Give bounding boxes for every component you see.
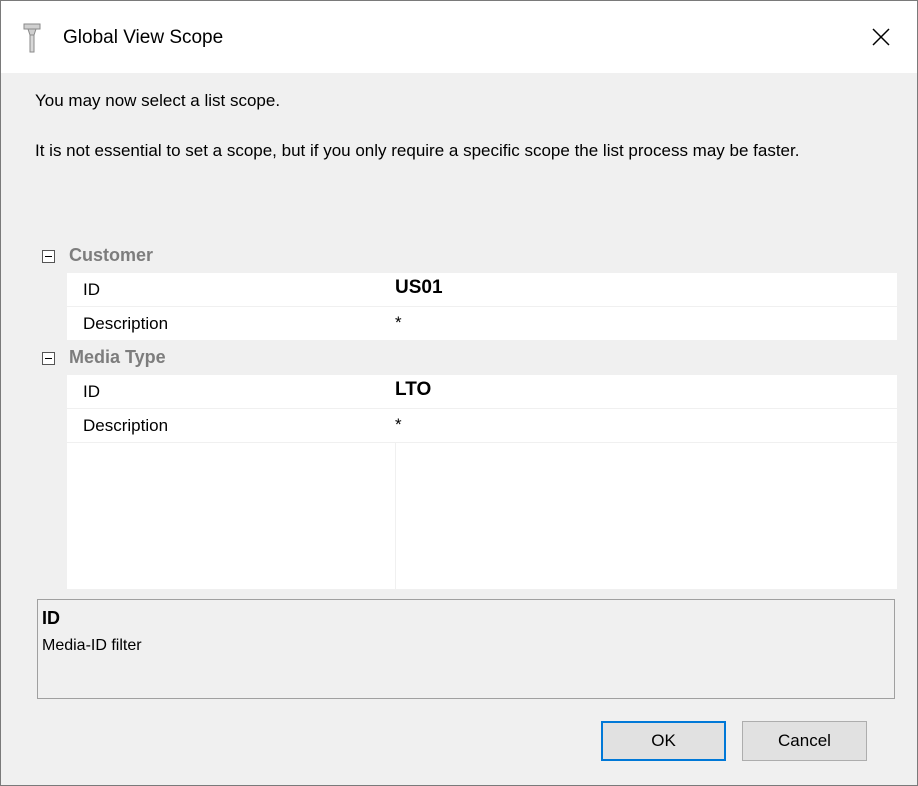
property-row-customer-description[interactable]: Description * xyxy=(67,307,897,341)
property-grid[interactable]: Customer ID US01 Description * Media Typ… xyxy=(35,239,897,589)
property-row-customer-id[interactable]: ID US01 xyxy=(67,273,897,307)
property-value[interactable]: LTO xyxy=(395,379,431,401)
property-name: ID xyxy=(83,382,100,401)
close-button[interactable] xyxy=(845,1,917,73)
dialog-window: Global View Scope You may now select a l… xyxy=(0,0,918,786)
ok-button[interactable]: OK xyxy=(601,721,726,761)
property-value[interactable]: US01 xyxy=(395,277,443,299)
app-icon xyxy=(23,23,41,53)
category-label: Media Type xyxy=(69,347,166,367)
description-text: Media-ID filter xyxy=(42,637,142,654)
property-row-media-description[interactable]: Description * xyxy=(67,409,897,443)
intro-text: You may now select a list scope. xyxy=(35,91,281,110)
grid-margin xyxy=(35,239,67,589)
property-name: Description xyxy=(83,416,169,435)
category-label: Customer xyxy=(69,245,154,265)
description-pane: ID Media-ID filter xyxy=(37,599,895,699)
collapse-icon[interactable] xyxy=(42,352,55,365)
property-row-media-id[interactable]: ID LTO xyxy=(67,375,897,409)
dialog-content: You may now select a list scope. It is n… xyxy=(1,73,917,785)
property-name: ID xyxy=(83,280,100,299)
property-name: Description xyxy=(83,314,169,333)
description-title: ID xyxy=(42,608,60,628)
category-customer[interactable]: Customer xyxy=(35,239,897,273)
property-value[interactable]: * xyxy=(395,313,402,333)
close-icon xyxy=(872,28,890,46)
window-title: Global View Scope xyxy=(63,27,224,48)
info-text: It is not essential to set a scope, but … xyxy=(35,141,800,160)
property-value[interactable]: * xyxy=(395,415,402,435)
cancel-button[interactable]: Cancel xyxy=(742,721,867,761)
collapse-icon[interactable] xyxy=(42,250,55,263)
title-bar[interactable]: Global View Scope xyxy=(1,1,917,73)
category-media-type[interactable]: Media Type xyxy=(35,341,897,375)
